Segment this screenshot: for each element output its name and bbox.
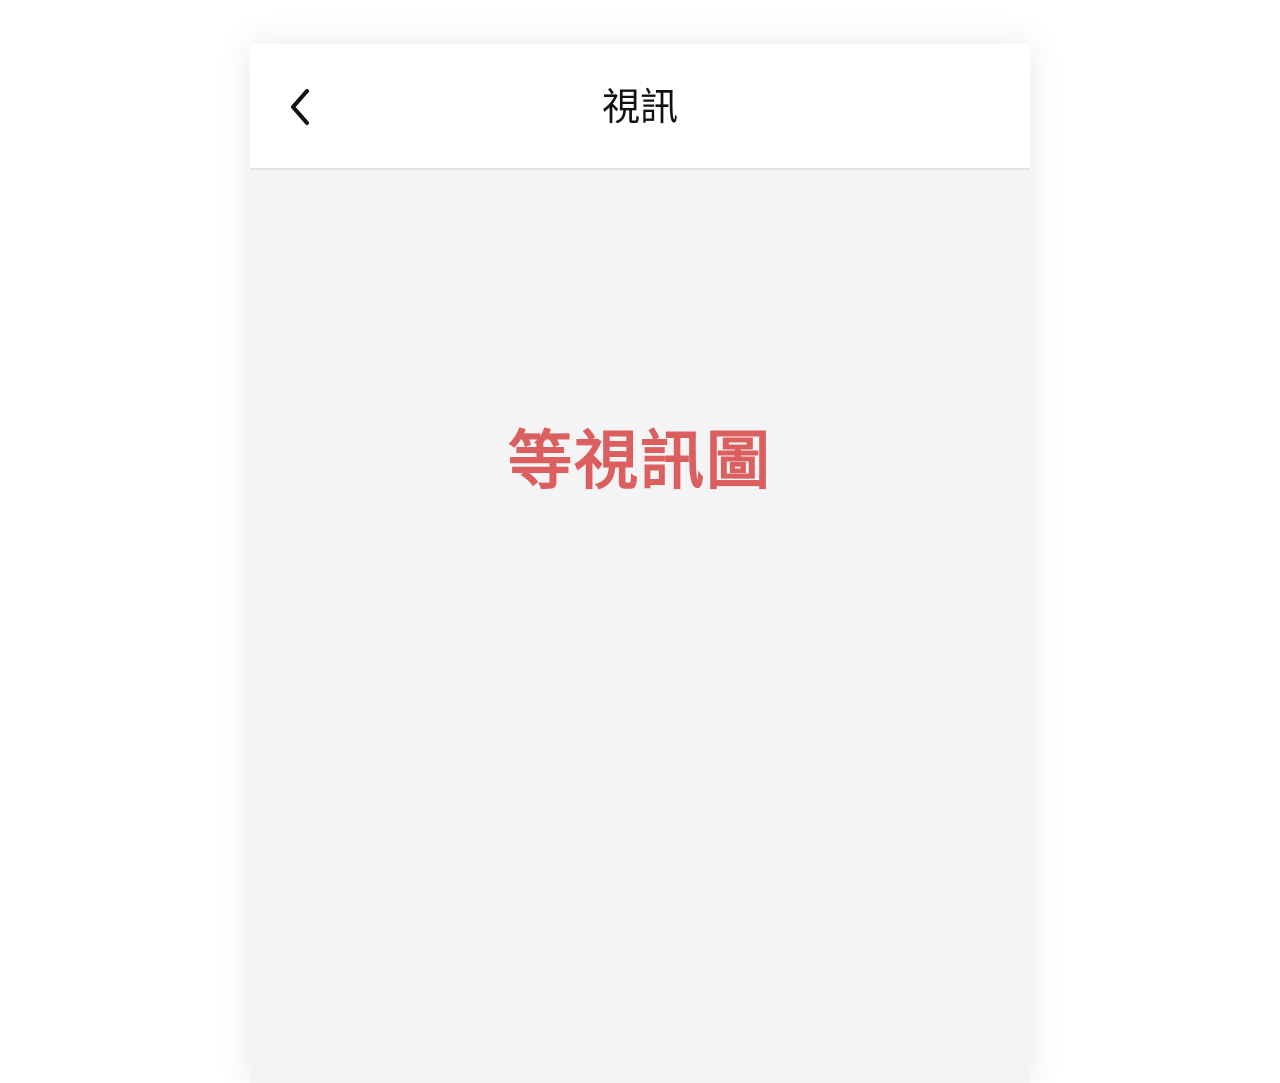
page-title: 視訊 <box>601 85 678 129</box>
navigation-bar: 視訊 <box>250 44 1030 170</box>
chevron-left-icon <box>285 87 315 127</box>
screen: 視訊 等視訊圖 <box>0 0 1280 1083</box>
back-button[interactable] <box>276 77 324 137</box>
app-window: 視訊 等視訊圖 <box>250 44 1030 1083</box>
video-placeholder-text: 等視訊圖 <box>508 425 772 499</box>
video-area: 等視訊圖 <box>250 170 1030 1083</box>
